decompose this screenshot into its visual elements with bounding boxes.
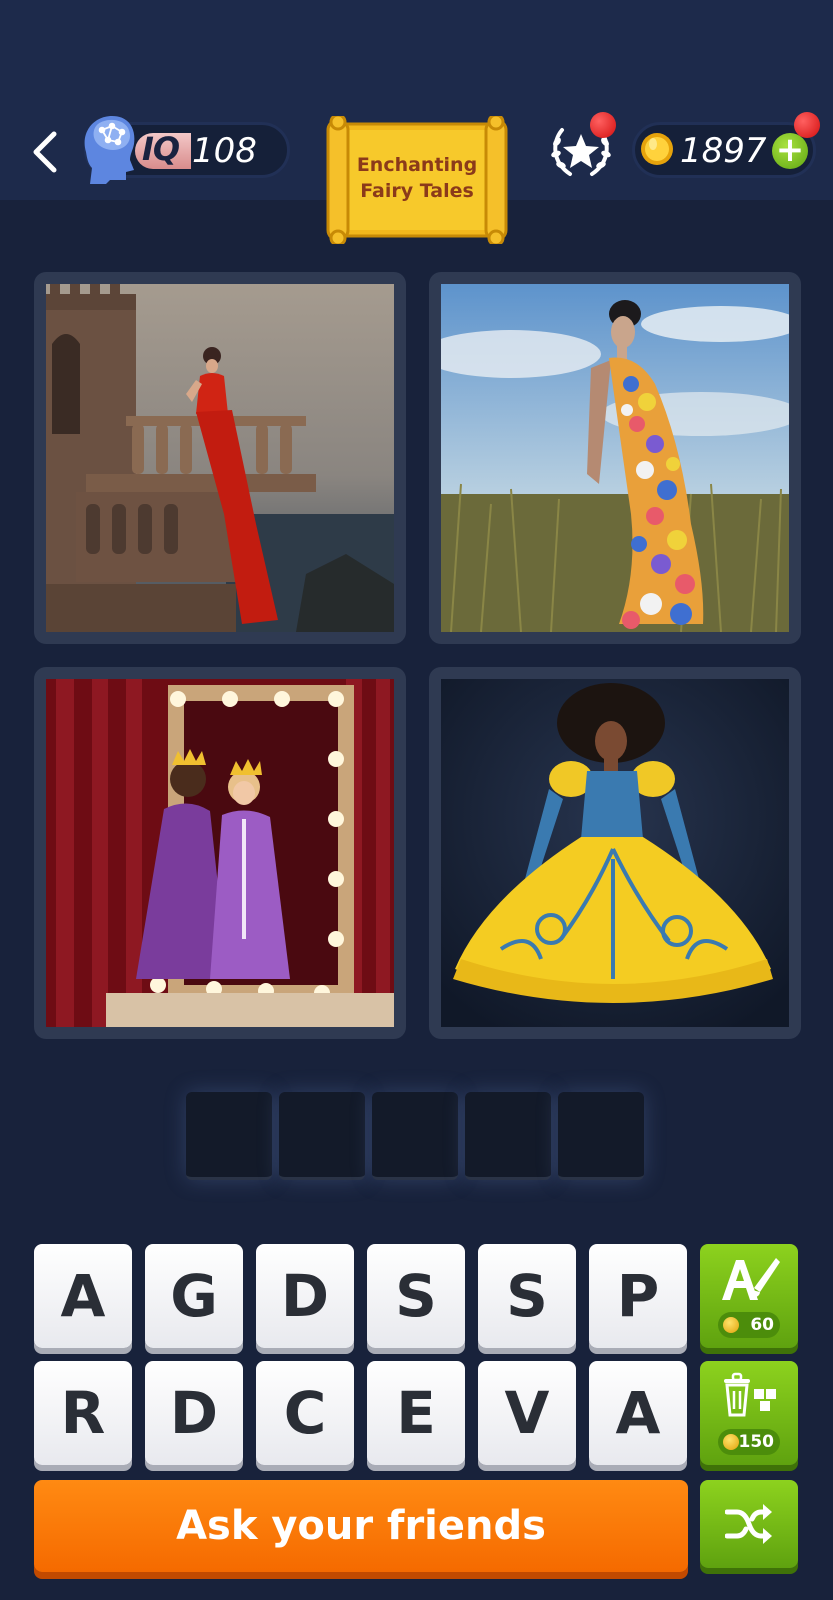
coin-icon — [641, 133, 673, 165]
iq-label: IQ — [142, 130, 180, 168]
answer-slot-4[interactable] — [465, 1092, 551, 1180]
letter-key[interactable]: S — [478, 1244, 576, 1348]
letter-key[interactable]: D — [145, 1361, 243, 1465]
reveal-letter-cost-value: 60 — [750, 1315, 774, 1335]
letter-key[interactable]: A — [34, 1244, 132, 1348]
coin-icon — [723, 1317, 739, 1333]
coins-value: 1897 — [680, 131, 767, 171]
reveal-letter-cost: 60 — [718, 1312, 780, 1338]
chevron-left-icon — [33, 131, 57, 173]
woman-flower-dress-in-field-photo — [441, 284, 789, 632]
back-button[interactable] — [28, 128, 64, 176]
remove-letters-button[interactable]: 150 — [700, 1361, 798, 1465]
puzzle-image-2[interactable] — [429, 272, 801, 644]
coins-notification-dot — [794, 112, 820, 138]
letter-key[interactable]: S — [367, 1244, 465, 1348]
trash-blocks-icon — [724, 1372, 776, 1417]
shuffle-icon — [725, 1504, 772, 1544]
letter-key[interactable]: G — [145, 1244, 243, 1348]
answer-slot-2[interactable] — [279, 1092, 365, 1180]
remove-letters-cost-value: 150 — [738, 1432, 775, 1452]
puzzle-image-1[interactable] — [34, 272, 406, 644]
letter-key[interactable]: V — [478, 1361, 576, 1465]
iq-value: 108 — [192, 131, 257, 171]
puzzle-image-3[interactable] — [34, 667, 406, 1039]
woman-yellow-ball-gown-photo — [441, 679, 789, 1027]
puzzle-image-4[interactable] — [429, 667, 801, 1039]
reveal-letter-button[interactable]: 60 — [700, 1244, 798, 1348]
answer-slots — [186, 1092, 646, 1182]
woman-red-gown-on-castle-balcony-photo — [46, 284, 394, 632]
girls-in-purple-princess-dresses-at-mirror-photo — [46, 679, 394, 1027]
answer-slot-5[interactable] — [558, 1092, 644, 1180]
achievements-notification-dot — [590, 112, 616, 138]
remove-letters-cost: 150 — [718, 1429, 780, 1455]
letter-key[interactable]: A — [589, 1361, 687, 1465]
letter-key[interactable]: C — [256, 1361, 354, 1465]
letter-key[interactable]: E — [367, 1361, 465, 1465]
answer-slot-1[interactable] — [186, 1092, 272, 1180]
category-title-line1: Enchanting — [356, 154, 478, 176]
category-title: Enchanting Fairy Tales — [352, 152, 482, 204]
answer-slot-3[interactable] — [372, 1092, 458, 1180]
shuffle-button[interactable] — [700, 1480, 798, 1568]
brain-head-icon — [84, 116, 135, 184]
add-coins-button[interactable]: + — [772, 133, 808, 169]
ask-friends-button[interactable]: Ask your friends — [34, 1480, 688, 1572]
category-title-line2: Fairy Tales — [360, 180, 474, 202]
letter-key[interactable]: R — [34, 1361, 132, 1465]
coin-icon — [723, 1434, 739, 1450]
letter-brush-icon — [722, 1258, 780, 1300]
letter-key[interactable]: D — [256, 1244, 354, 1348]
letter-key[interactable]: P — [589, 1244, 687, 1348]
